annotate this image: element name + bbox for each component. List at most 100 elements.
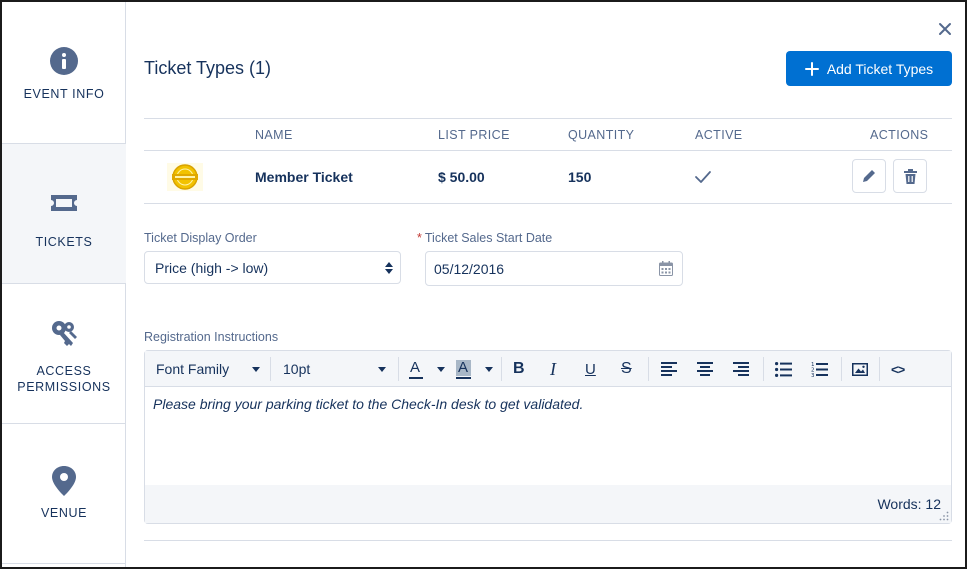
sidebar-item-label: VENUE [40, 506, 88, 520]
add-ticket-types-label: Add Ticket Types [826, 60, 934, 77]
sidebar-item-tickets[interactable]: TICKETS [2, 144, 126, 284]
align-center-button[interactable] [697, 351, 715, 387]
pencil-icon [863, 170, 875, 182]
underline-icon: U [585, 360, 596, 378]
display-order-value: Price (high -> low) [155, 259, 269, 276]
page-title: Ticket Types (1) [144, 58, 272, 78]
column-header-quantity: QUANTITY [568, 128, 635, 142]
italic-button[interactable]: I [550, 351, 566, 387]
toolbar-divider [398, 357, 399, 381]
edit-button[interactable] [852, 159, 886, 193]
sidebar-item-venue[interactable]: VENUE [2, 424, 126, 564]
editor-content-text: Please bring your parking ticket to the … [153, 396, 584, 412]
toolbar-divider [648, 357, 649, 381]
location-pin-icon [52, 466, 76, 496]
align-right-icon [733, 362, 749, 376]
caret-down-icon [437, 367, 445, 372]
code-icon: <> [891, 361, 905, 377]
editor-statusbar: Words: 12 [145, 485, 951, 523]
bold-button[interactable]: B [513, 351, 529, 387]
resize-grip-icon[interactable] [939, 511, 949, 521]
calendar-icon[interactable] [659, 261, 673, 276]
background-color-button[interactable]: A [456, 351, 493, 387]
font-size-dropdown[interactable]: 10pt [283, 351, 386, 387]
sidebar-nav: EVENT INFO TICKETS ACCESS PERMISSIONS VE… [2, 2, 126, 567]
ticket-list-price: $ 50.00 [438, 169, 485, 185]
numbered-list-button[interactable]: 1 2 3 [811, 351, 829, 387]
strikethrough-icon: S [621, 360, 632, 377]
caret-down-icon [252, 367, 260, 372]
font-family-label: Font Family [156, 361, 230, 377]
table-row: Member Ticket $ 50.00 150 [144, 151, 952, 204]
image-icon [852, 362, 868, 376]
underline-button[interactable]: U [585, 351, 601, 387]
sales-start-label: * Ticket Sales Start Date [417, 231, 552, 245]
background-color-glyph: A [458, 359, 469, 376]
active-check-icon [695, 171, 711, 183]
plus-icon [804, 61, 819, 76]
font-family-dropdown[interactable]: Font Family [156, 351, 260, 387]
toolbar-divider [879, 357, 880, 381]
editor-content-area[interactable]: Please bring your parking ticket to the … [145, 387, 951, 485]
column-header-name: NAME [255, 128, 293, 142]
caret-down-icon [378, 367, 386, 372]
key-icon [52, 321, 77, 346]
section-divider [144, 540, 952, 541]
info-icon [50, 47, 78, 75]
member-badge-icon [167, 163, 203, 191]
select-arrows-icon [385, 262, 393, 274]
sidebar-item-label: PERMISSIONS [17, 380, 111, 394]
word-count: Words: 12 [877, 496, 941, 512]
numbered-list-icon: 1 2 3 [811, 362, 828, 377]
toolbar-divider [763, 357, 764, 381]
column-header-list-price: LIST PRICE [438, 128, 510, 142]
align-center-icon [697, 362, 713, 376]
caret-down-icon [485, 367, 493, 372]
align-left-icon [661, 362, 677, 376]
ticket-icon [51, 195, 77, 211]
text-color-button[interactable]: A [409, 351, 445, 387]
required-marker: * [417, 231, 422, 245]
ticket-name: Member Ticket [255, 169, 353, 185]
column-header-active: ACTIVE [695, 128, 743, 142]
toolbar-divider [841, 357, 842, 381]
trash-icon [903, 168, 917, 184]
text-color-glyph: A [410, 359, 421, 376]
add-ticket-types-button[interactable]: Add Ticket Types [786, 51, 952, 86]
sidebar-item-label: EVENT INFO [23, 87, 105, 101]
bulleted-list-button[interactable] [775, 351, 793, 387]
toolbar-divider [501, 357, 502, 381]
ticket-quantity: 150 [568, 169, 592, 185]
italic-icon: I [550, 358, 556, 379]
background-color-icon: A [456, 359, 471, 379]
ticket-types-table: NAME LIST PRICE QUANTITY ACTIVE ACTIONS … [144, 118, 952, 204]
sidebar-item-event-info[interactable]: EVENT INFO [2, 2, 126, 144]
sales-start-label-text: Ticket Sales Start Date [424, 231, 553, 245]
source-code-button[interactable]: <> [891, 351, 909, 387]
text-color-icon: A [409, 359, 423, 379]
close-icon[interactable] [935, 19, 955, 39]
strikethrough-button[interactable]: S [621, 351, 637, 387]
registration-instructions-label: Registration Instructions [144, 330, 279, 344]
svg-text:3: 3 [811, 373, 815, 377]
insert-image-button[interactable] [852, 351, 869, 387]
editor-toolbar: Font Family 10pt A A B I U S 1 2 3 <> [145, 351, 951, 387]
align-right-button[interactable] [733, 351, 751, 387]
sidebar-item-label: ACCESS [36, 364, 92, 378]
sales-start-date-value: 05/12/2016 [434, 260, 505, 277]
table-header: NAME LIST PRICE QUANTITY ACTIVE ACTIONS [144, 118, 952, 151]
toolbar-divider [270, 357, 271, 381]
sidebar-item-label: TICKETS [35, 235, 93, 249]
rich-text-editor: Font Family 10pt A A B I U S 1 2 3 <> Pl… [144, 350, 952, 524]
font-size-label: 10pt [283, 361, 311, 377]
bulleted-list-icon [775, 361, 792, 377]
sidebar-item-access-permissions[interactable]: ACCESS PERMISSIONS [2, 284, 126, 424]
column-header-actions: ACTIONS [870, 128, 929, 142]
delete-button[interactable] [893, 159, 927, 193]
align-left-button[interactable] [661, 351, 679, 387]
display-order-label: Ticket Display Order [144, 231, 257, 245]
sales-start-date-input[interactable]: 05/12/2016 [425, 251, 683, 286]
bold-icon: B [513, 360, 525, 377]
modal-window: EVENT INFO TICKETS ACCESS PERMISSIONS VE… [0, 0, 967, 569]
display-order-select[interactable]: Price (high -> low) [144, 251, 401, 284]
